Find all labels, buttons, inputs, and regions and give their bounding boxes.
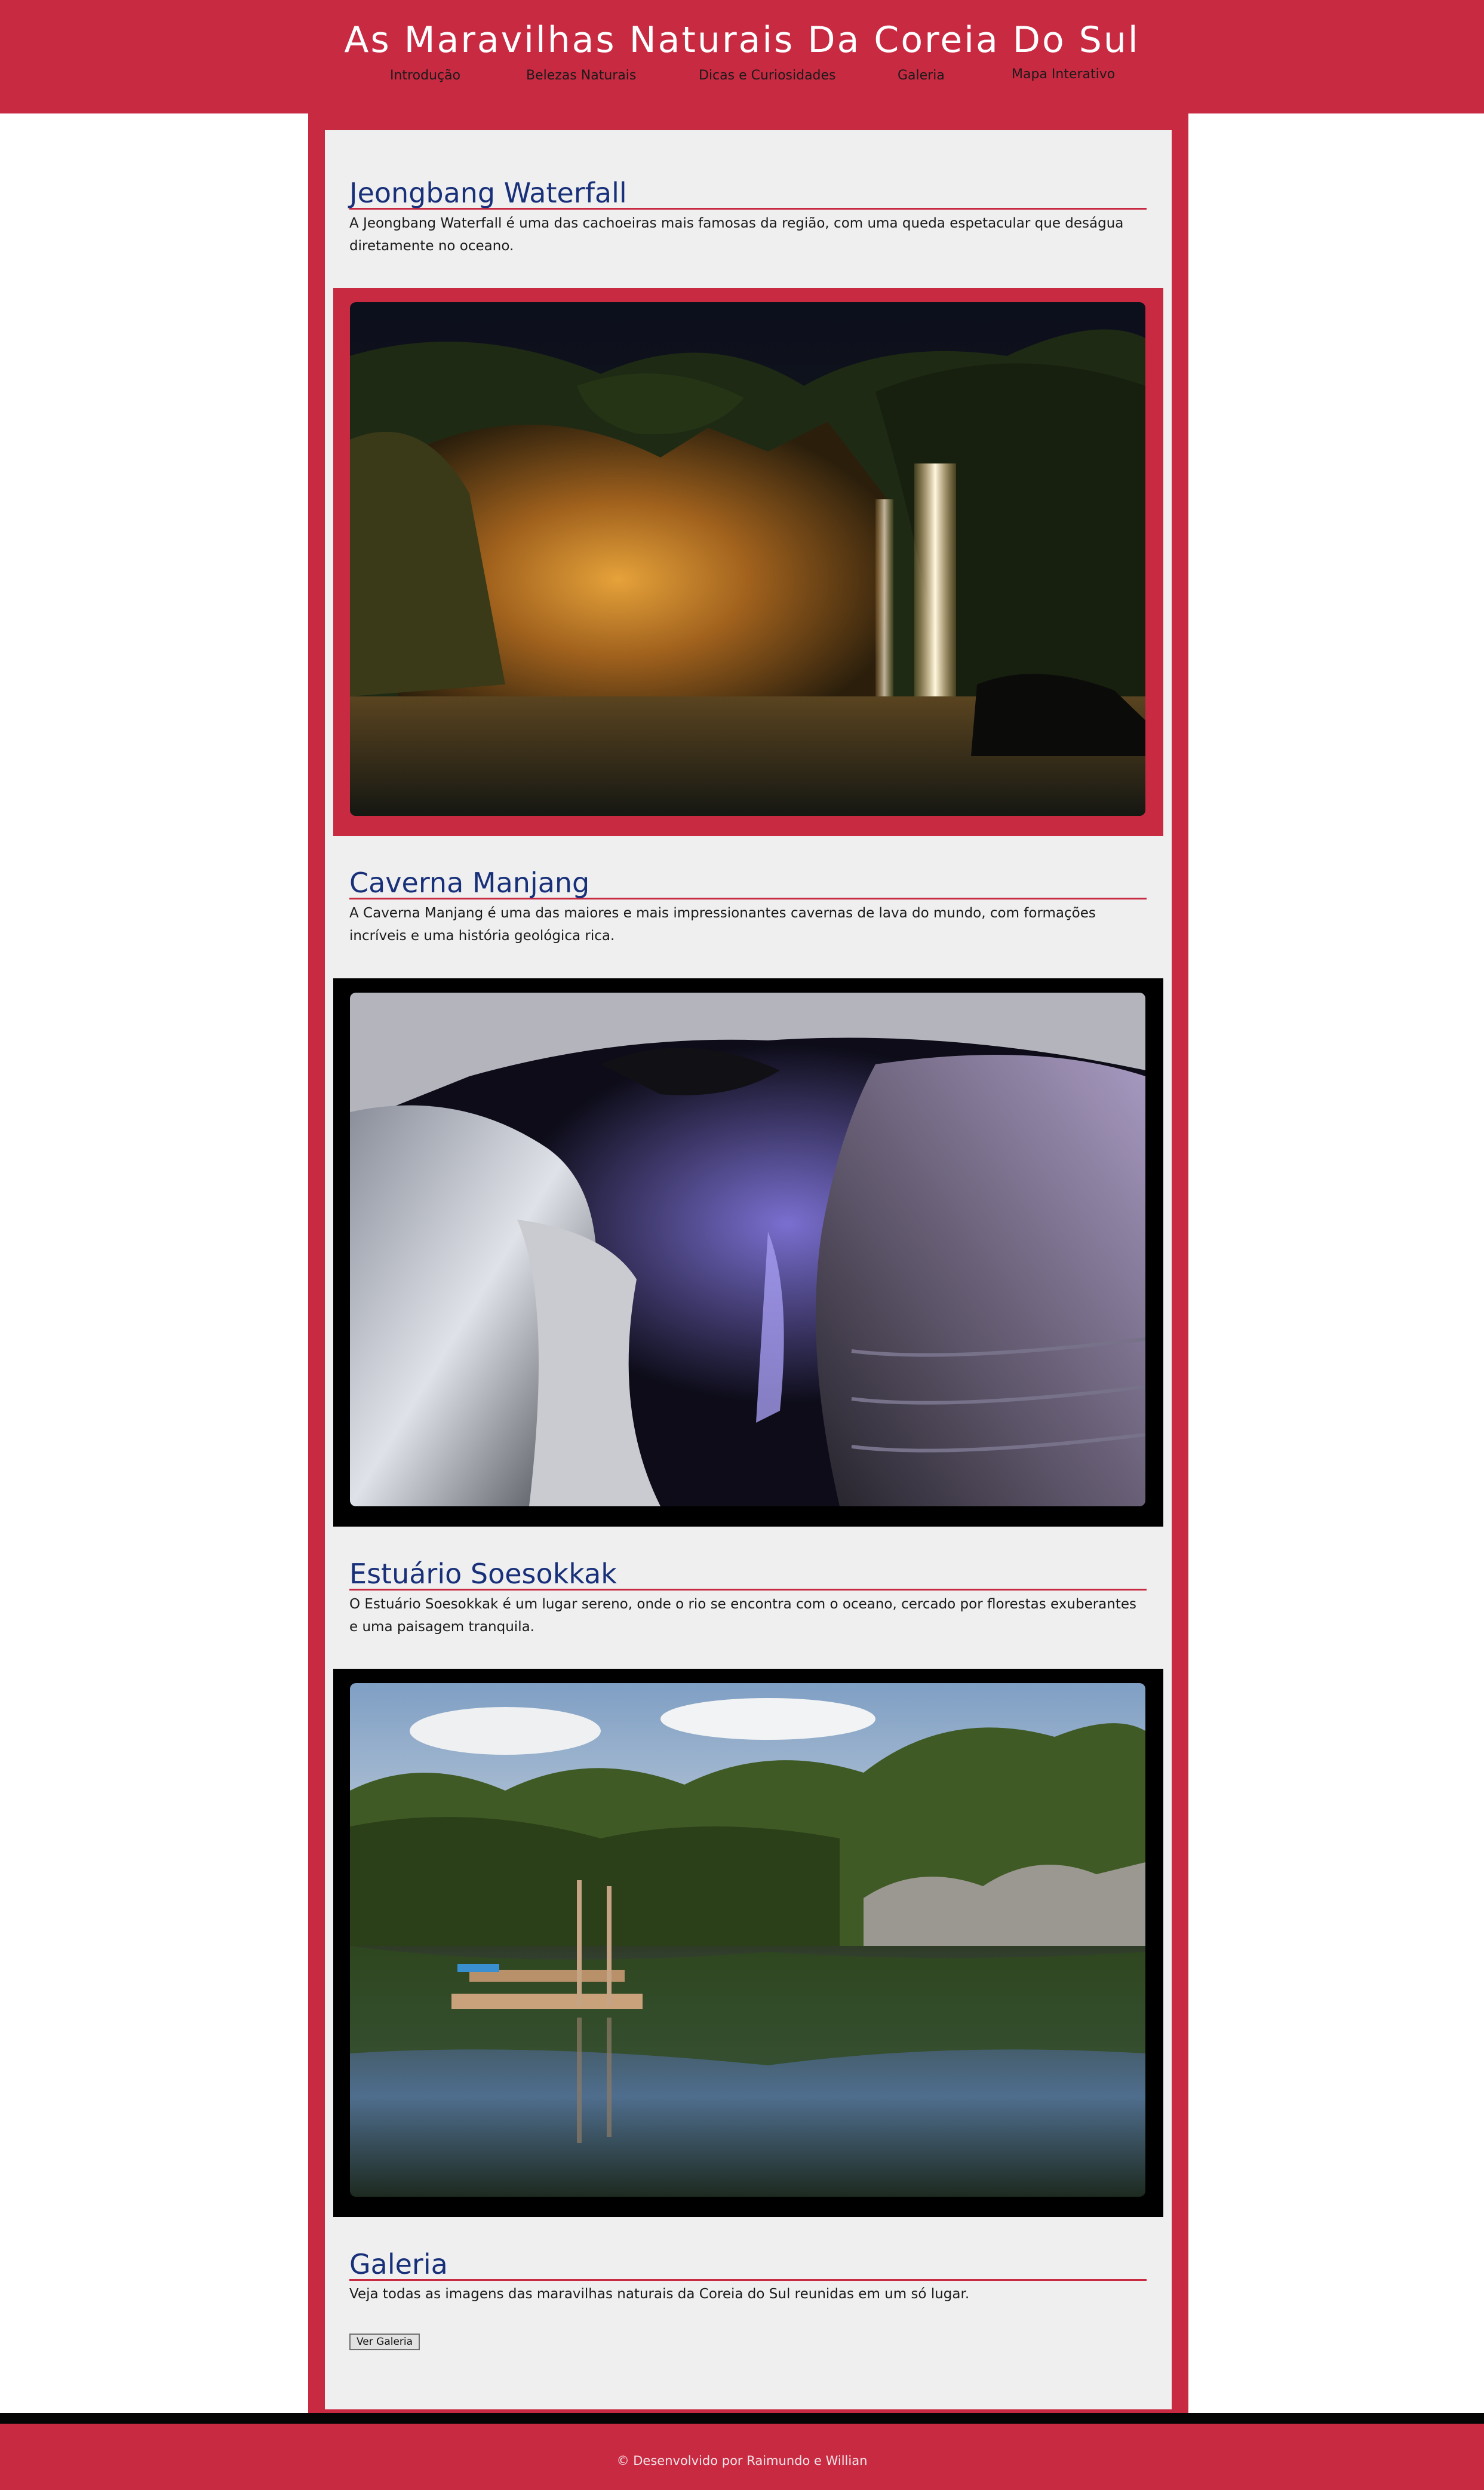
image-frame-soesokkak [333,1669,1163,2217]
ver-galeria-button[interactable]: Ver Galeria [349,2334,420,2350]
footer-credit: © Desenvolvido por Raimundo e Willian [616,2454,868,2468]
site-title: As Maravilhas Naturais Da Coreia Do Sul [344,19,1140,61]
nav-link-belezas-naturais[interactable]: Belezas Naturais [526,68,636,83]
nav-link-galeria[interactable]: Galeria [898,68,945,83]
section-text-manjang: A Caverna Manjang é uma das maiores e ma… [349,905,1096,944]
image-frame-manjang [333,978,1163,1527]
image-frame-jeongbang [333,288,1163,836]
site-header: As Maravilhas Naturais Da Coreia Do Sul … [0,0,1484,113]
nav-link-dicas[interactable]: Dicas e Curiosidades [699,68,836,83]
section-title-jeongbang: Jeongbang Waterfall [349,177,1147,210]
section-text-galeria: Veja todas as imagens das maravilhas nat… [349,2286,970,2302]
nav-link-introducao[interactable]: Introdução [390,68,460,83]
section-title-manjang: Caverna Manjang [349,867,1147,899]
lava-cave-photo [350,993,1145,1506]
section-text-soesokkak: O Estuário Soesokkak é um lugar sereno, … [349,1596,1137,1635]
waterfall-photo [350,302,1145,816]
site-footer: © Desenvolvido por Raimundo e Willian [0,2424,1484,2490]
section-title-galeria: Galeria [349,2248,1147,2281]
nav-link-mapa[interactable]: Mapa Interativo [1012,67,1115,82]
footer-divider [0,2413,1484,2424]
section-title-soesokkak: Estuário Soesokkak [349,1558,1147,1591]
section-text-jeongbang: A Jeongbang Waterfall é uma das cachoeir… [349,216,1124,254]
estuary-photo [350,1683,1145,2197]
